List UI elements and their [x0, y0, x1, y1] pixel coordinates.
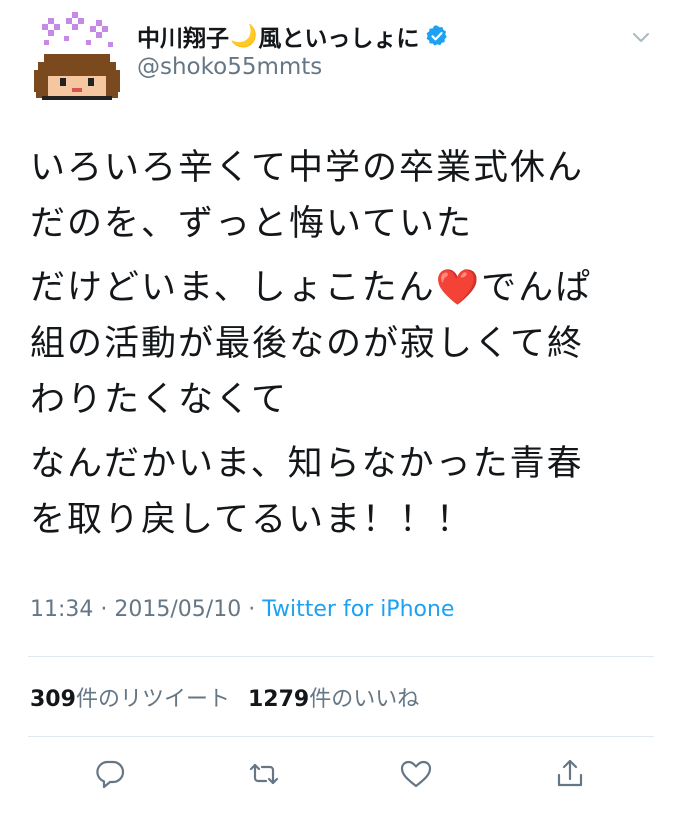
verified-badge-icon [427, 25, 448, 46]
action-bar [0, 752, 680, 802]
tweet-time[interactable]: 11:34 [30, 597, 93, 622]
tweet-source-link[interactable]: Twitter for iPhone [262, 597, 454, 622]
tweet-paragraph: なんだかいま、知らなかった青春 を取り戻してるいま！！！ [30, 444, 584, 540]
user-handle[interactable]: @shoko55mmts [137, 54, 322, 80]
retweets-stat[interactable]: 309件のリツイート [30, 687, 230, 712]
retweets-count: 309 [30, 687, 76, 712]
display-name-row[interactable]: 中川翔子 🌙 風といっしょに [137, 18, 449, 54]
reply-button[interactable] [88, 752, 132, 796]
chevron-down-icon[interactable] [630, 26, 652, 48]
retweets-label: 件のリツイート [75, 687, 230, 712]
tweet-paragraph: いろいろ辛くて中学の卒業式休ん だのを、ずっと悔いていた [30, 148, 584, 244]
likes-count: 1279 [247, 687, 310, 712]
tweet-meta: 11:34 · 2015/05/10 · Twitter for iPhone [30, 597, 454, 622]
display-name-suffix[interactable]: 風といっしょに [258, 19, 419, 53]
tweet-date[interactable]: 2015/05/10 [114, 597, 241, 622]
reply-icon [96, 760, 125, 789]
share-button[interactable] [548, 752, 592, 796]
display-name[interactable]: 中川翔子 [137, 19, 229, 53]
avatar[interactable] [28, 10, 124, 106]
tweet-header: 中川翔子 🌙 風といっしょに @shoko55mmts [0, 0, 680, 110]
tweet-paragraph: だけどいま、しょこたん❤️でんぱ 組の活動が最後なのが寂しくて終 わりたくなくて [30, 268, 593, 420]
likes-label: 件のいいね [309, 687, 420, 712]
divider [28, 736, 654, 737]
likes-stat[interactable]: 1279件のいいね [248, 687, 419, 712]
tweet-text: いろいろ辛くて中学の卒業式休ん だのを、ずっと悔いていた だけどいま、しょこたん… [30, 140, 660, 556]
engagement-stats: 309件のリツイート 1279件のいいね [30, 681, 419, 713]
meta-separator: · [248, 597, 256, 622]
divider [28, 656, 654, 657]
like-button[interactable] [394, 752, 438, 796]
meta-separator: · [100, 597, 108, 622]
share-icon [557, 759, 583, 787]
heart-icon [400, 760, 432, 788]
moon-emoji: 🌙 [230, 23, 258, 49]
retweet-icon [249, 763, 279, 785]
retweet-button[interactable] [242, 752, 286, 796]
